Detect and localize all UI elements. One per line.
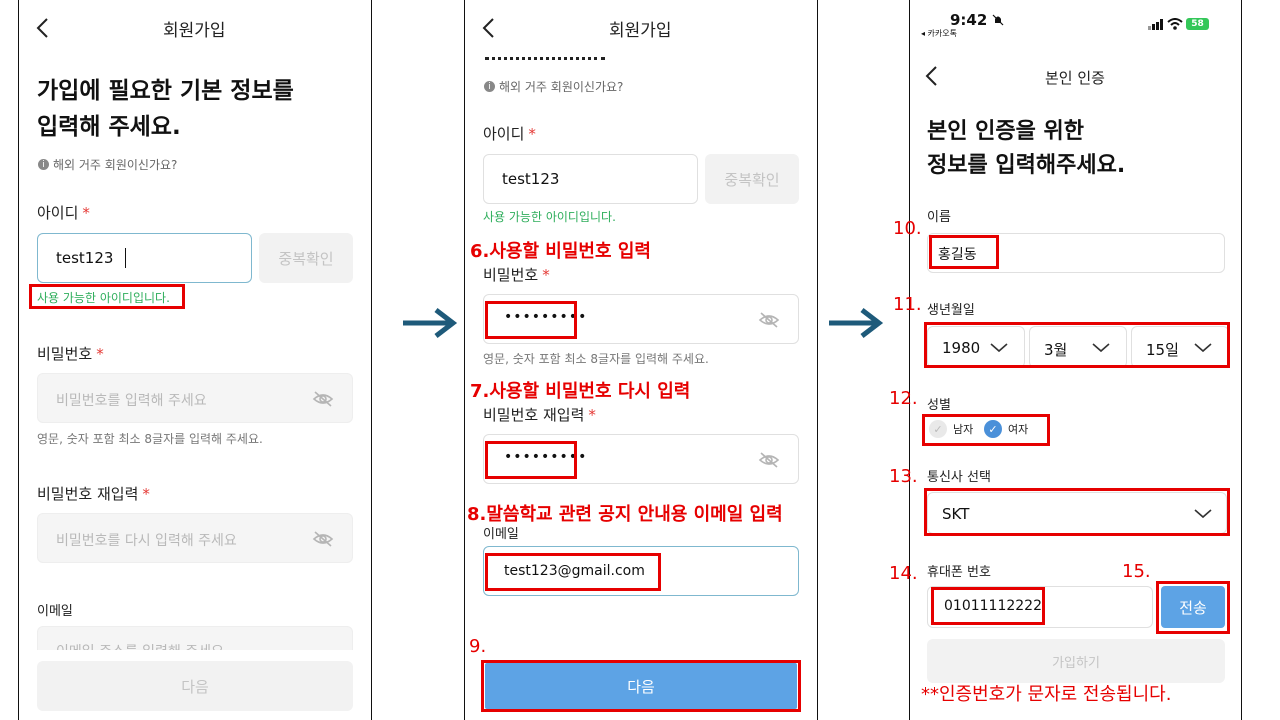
name-label: 이름 (927, 210, 951, 225)
heading-line-1: 본인 인증을 위한 (927, 119, 1084, 144)
join-button-disabled[interactable]: 가입하기 (927, 639, 1225, 683)
annotation-step-15: 15. (1122, 561, 1151, 582)
id-available-message: 사용 가능한 아이디입니다. (483, 210, 616, 224)
password-input[interactable]: 비밀번호를 입력해 주세요 (37, 373, 353, 423)
back-arrow-icon[interactable] (479, 16, 499, 40)
highlight-box-carrier (924, 488, 1230, 536)
status-back-app[interactable]: ◂ 카카오톡 (921, 28, 957, 39)
header-title: 회원가입 (163, 21, 226, 41)
next-button-disabled[interactable]: 다음 (37, 661, 353, 711)
highlight-box-id-ok (29, 284, 185, 309)
text-cursor (125, 248, 126, 268)
gender-label: 성별 (927, 398, 951, 413)
flow-arrow-icon (829, 308, 884, 338)
highlight-box-birthdate (924, 322, 1230, 368)
scrolled-heading-fragment (485, 52, 625, 60)
overseas-member-link[interactable]: i 해외 거주 회원이신가요? (484, 78, 623, 95)
status-time: 9:42 (950, 11, 988, 29)
highlight-box-password (485, 301, 577, 339)
annotation-step-10: 10. (893, 218, 922, 239)
highlight-box-send (1156, 581, 1230, 634)
hide-password-icon[interactable] (758, 311, 780, 329)
flow-arrow-icon (403, 308, 458, 338)
birthdate-label: 생년월일 (927, 303, 975, 318)
overseas-link-text: 해외 거주 회원이신가요? (53, 158, 178, 172)
identity-verification-screen: 9:42 ◂ 카카오톡 58 본인 인증 본인 인증을 위한 정보를 입력해주세… (909, 0, 1242, 720)
id-input[interactable]: test123 (483, 154, 698, 204)
annotation-step-8: 8.말씀학교 관련 공지 안내용 이메일 입력 (467, 504, 783, 525)
highlight-box-gender (922, 414, 1050, 446)
page-heading: 본인 인증을 위한 정보를 입력해주세요. (927, 115, 1125, 183)
heading-line-2: 입력해 주세요. (37, 114, 181, 140)
annotation-step-7: 7.사용할 비밀번호 다시 입력 (470, 381, 691, 402)
back-arrow-icon[interactable] (922, 64, 942, 88)
info-icon: i (38, 159, 49, 170)
overseas-member-link[interactable]: i 해외 거주 회원이신가요? (38, 156, 177, 173)
page-heading: 가입에 필요한 기본 정보를 입력해 주세요. (37, 73, 294, 145)
highlight-box-password-confirm (485, 441, 577, 479)
battery-indicator: 58 (1186, 18, 1209, 30)
info-icon: i (484, 81, 495, 92)
id-label: 아이디 * (483, 125, 536, 143)
annotation-step-13: 13. (889, 466, 918, 487)
password-hint: 영문, 숫자 포함 최소 8글자를 입력해 주세요. (37, 432, 263, 446)
annotation-step-14: 14. (889, 563, 918, 584)
signup-screen-2: 회원가입 i 해외 거주 회원이신가요? 아이디 * test123 중복확인 사… (464, 0, 818, 720)
email-label: 이메일 (37, 604, 73, 619)
highlight-box-email (485, 553, 661, 591)
header-title: 회원가입 (609, 21, 672, 41)
phone-label: 휴대폰 번호 (927, 565, 991, 580)
hide-password-confirm-icon[interactable] (758, 451, 780, 469)
overseas-link-text: 해외 거주 회원이신가요? (499, 80, 624, 94)
password-confirm-input[interactable]: 비밀번호를 다시 입력해 주세요 (37, 513, 353, 563)
wifi-icon (1167, 18, 1183, 30)
annotation-step-6: 6.사용할 비밀번호 입력 (470, 241, 651, 262)
mute-bell-icon (992, 14, 1004, 26)
header-title: 본인 인증 (1045, 69, 1105, 87)
heading-line-2: 정보를 입력해주세요. (927, 153, 1126, 178)
password-confirm-label: 비밀번호 재입력 * (483, 406, 596, 424)
id-label: 아이디 * (37, 204, 90, 222)
password-hint: 영문, 숫자 포함 최소 8글자를 입력해 주세요. (483, 352, 709, 366)
highlight-box-phone (931, 587, 1045, 625)
highlight-box-next (481, 660, 801, 712)
annotation-step-9: 9. (469, 636, 487, 657)
annotation-step-12: 12. (889, 388, 918, 409)
sms-code-note: **인증번호가 문자로 전송됩니다. (921, 684, 1172, 705)
hide-password-confirm-icon[interactable] (312, 530, 334, 548)
heading-line-1: 가입에 필요한 기본 정보를 (37, 78, 294, 104)
back-arrow-icon[interactable] (33, 16, 53, 40)
password-label: 비밀번호 * (483, 266, 550, 284)
duplicate-check-button[interactable]: 중복확인 (705, 154, 799, 204)
signal-icon (1148, 19, 1163, 30)
highlight-box-name (929, 235, 999, 269)
annotation-step-11: 11. (893, 294, 922, 315)
hide-password-icon[interactable] (312, 390, 334, 408)
duplicate-check-button[interactable]: 중복확인 (259, 233, 353, 283)
carrier-label: 통신사 선택 (927, 470, 991, 485)
id-input[interactable]: test123 (37, 233, 252, 283)
password-confirm-label: 비밀번호 재입력 * (37, 485, 150, 503)
signup-screen-1: 회원가입 가입에 필요한 기본 정보를 입력해 주세요. i 해외 거주 회원이… (18, 0, 372, 720)
password-label: 비밀번호 * (37, 345, 104, 363)
